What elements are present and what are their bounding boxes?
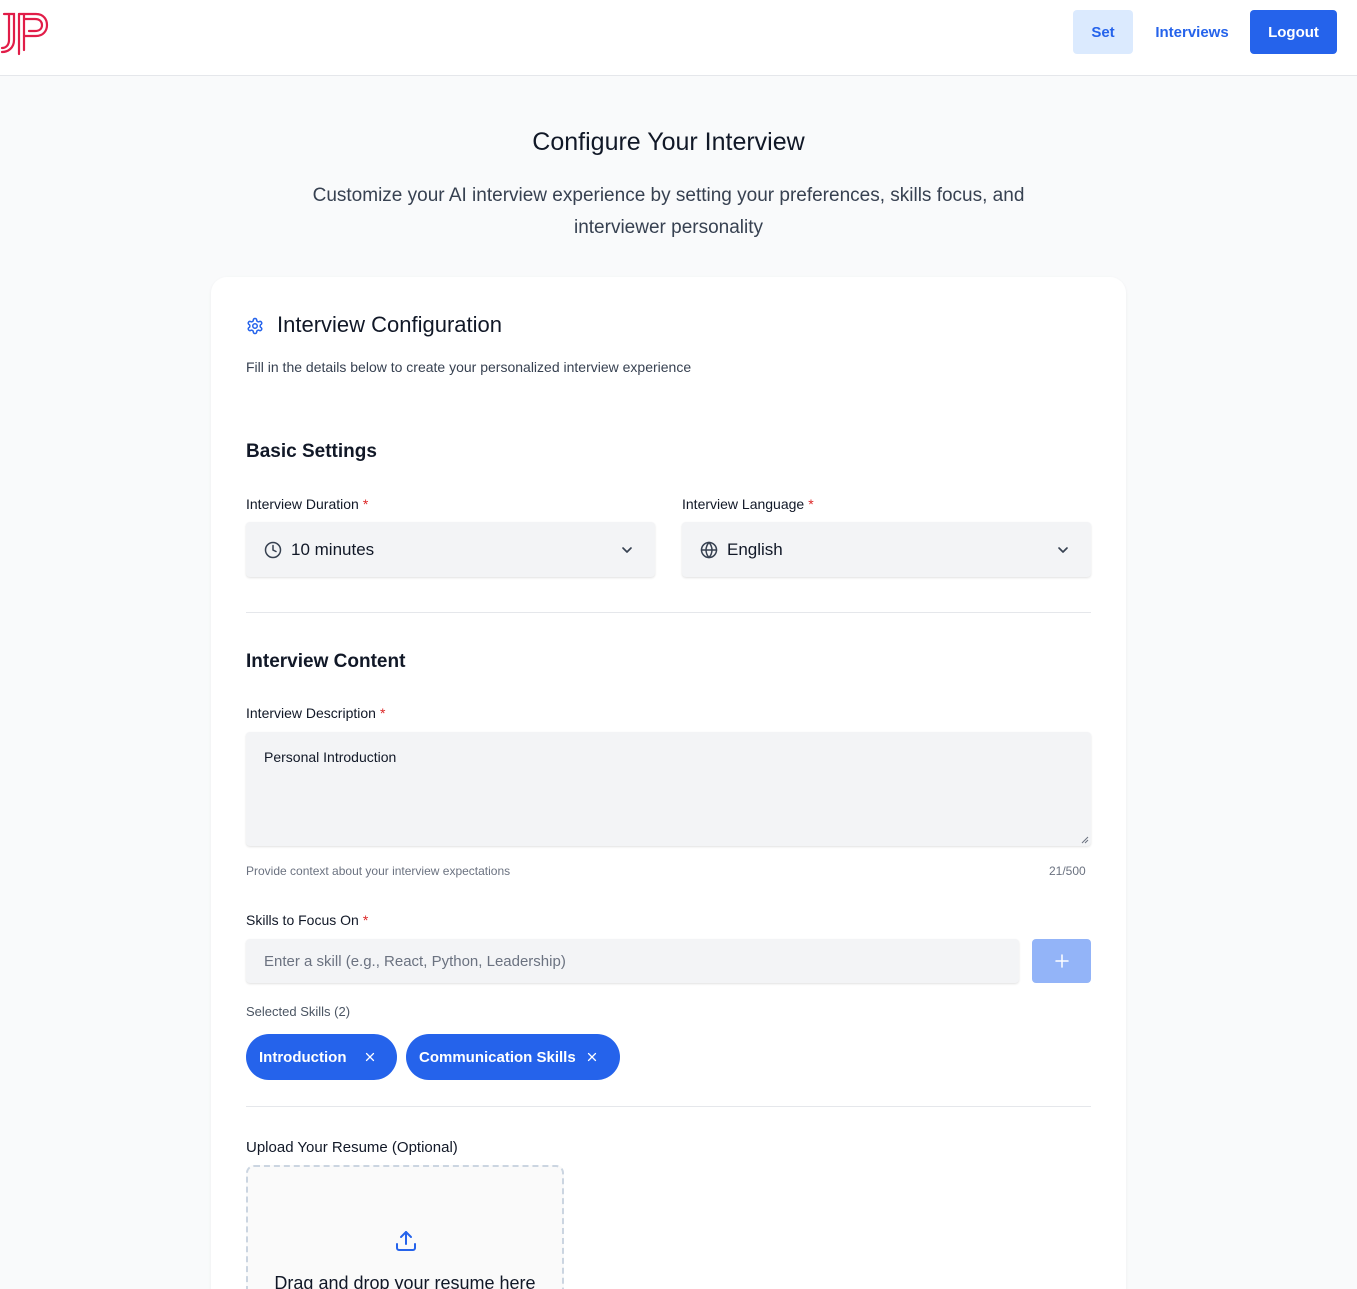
page-subtitle: Customize your AI interview experience b… <box>312 185 1025 238</box>
nav-interviews-link[interactable]: Interviews <box>1144 10 1240 54</box>
duration-label-text: Interview Duration <box>246 496 359 512</box>
language-select[interactable]: English <box>682 522 1091 577</box>
close-icon[interactable] <box>364 1051 376 1063</box>
required-mark: * <box>362 496 369 512</box>
card-title: Interview Configuration <box>277 312 503 337</box>
duration-label: Interview Duration * <box>246 496 368 512</box>
language-value: English <box>727 540 783 559</box>
required-mark: * <box>379 705 386 721</box>
skills-label-text: Skills to Focus On <box>246 912 359 928</box>
page-title: Configure Your Interview <box>532 128 805 156</box>
skill-chip: Introduction <box>246 1034 397 1080</box>
chevron-down-icon <box>622 547 632 553</box>
duration-value: 10 minutes <box>291 540 375 559</box>
upload-label: Upload Your Resume (Optional) <box>246 1139 458 1156</box>
duration-select[interactable]: 10 minutes <box>246 522 655 577</box>
description-label: Interview Description * <box>246 705 385 721</box>
upload-icon <box>396 1231 416 1251</box>
interview-content-heading: Interview Content <box>246 651 406 672</box>
top-header: Set Interviews Logout <box>0 0 1357 76</box>
description-textarea[interactable]: Personal Introduction <box>246 732 1091 846</box>
section-divider <box>246 1106 1091 1107</box>
description-char-count: 21/500 <box>1049 864 1086 878</box>
skill-input[interactable]: Enter a skill (e.g., React, Python, Lead… <box>246 939 1019 983</box>
globe-icon <box>700 541 718 559</box>
section-divider <box>246 612 1091 613</box>
skills-label: Skills to Focus On * <box>246 912 368 928</box>
card-description: Fill in the details below to create your… <box>246 359 692 375</box>
nav-set-button[interactable]: Set <box>1073 10 1133 54</box>
description-label-text: Interview Description <box>246 705 376 721</box>
description-helper: Provide context about your interview exp… <box>246 864 511 878</box>
dropzone-text: Drag and drop your resume here <box>274 1273 536 1289</box>
resize-handle-icon[interactable] <box>1081 836 1089 844</box>
close-icon[interactable] <box>586 1051 598 1063</box>
description-value: Personal Introduction <box>264 749 397 765</box>
clock-icon <box>264 541 282 559</box>
required-mark: * <box>362 912 369 928</box>
selected-skills-label: Selected Skills (2) <box>246 1004 351 1019</box>
jp-logo-icon[interactable] <box>0 10 50 56</box>
skill-chip-label: Introduction <box>259 1048 347 1066</box>
chevron-down-icon <box>1058 547 1068 553</box>
required-mark: * <box>808 496 814 512</box>
language-label-text: Interview Language <box>682 496 805 512</box>
plus-icon <box>1054 954 1069 968</box>
add-skill-button[interactable] <box>1032 939 1091 983</box>
resume-dropzone[interactable]: Drag and drop your resume here <box>246 1165 564 1289</box>
language-label: Interview Language * <box>682 496 814 512</box>
skill-chip: Communication Skills <box>406 1034 620 1080</box>
skill-chip-label: Communication Skills <box>419 1048 576 1066</box>
basic-settings-heading: Basic Settings <box>246 441 377 462</box>
logout-button[interactable]: Logout <box>1250 10 1337 54</box>
gear-icon <box>247 317 263 335</box>
